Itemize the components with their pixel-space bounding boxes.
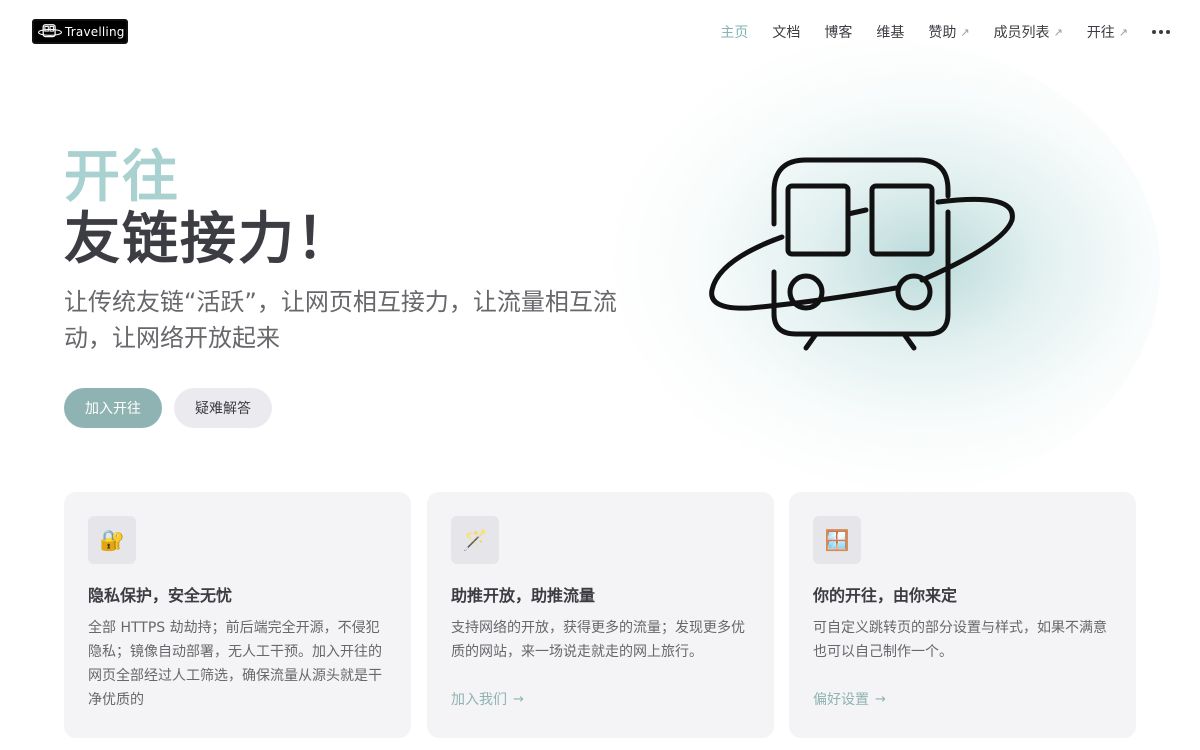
feature-card-privacy: 🔐 隐私保护，安全无忧 全部 HTTPS 劫劫持；前后端完全开源，不侵犯隐私；镜… [64, 492, 411, 738]
hero-text: 友链接力！ [64, 207, 354, 272]
site-title: Travelling [65, 24, 125, 39]
external-link-icon: ↗ [1118, 25, 1128, 39]
nav-item-label: 维基 [876, 25, 905, 41]
site-logo[interactable]: Travelling [32, 19, 128, 44]
nav-item-label: 主页 [720, 25, 749, 41]
nav-item-docs[interactable]: 文档 [772, 22, 800, 42]
arrow-right-icon: → [513, 691, 524, 707]
faq-button[interactable]: 疑难解答 [174, 388, 272, 428]
feature-details: 支持网络的开放，获得更多的流量；发现更多优质的网站，来一场说走就走的网上旅行。 [451, 620, 745, 660]
nav-item-label: 开往 [1086, 25, 1115, 41]
nav-item-blog[interactable]: 博客 [824, 22, 852, 42]
arrow-right-icon: → [875, 691, 886, 707]
nav-item-members[interactable]: 成员列表 ↗ [994, 22, 1063, 42]
nav-menu: 主页 文档 博客 维基 赞助 ↗ 成员列表 ↗ 开往 ↗ [696, 20, 1170, 44]
feature-details: 全部 HTTPS 劫劫持；前后端完全开源，不侵犯隐私；镜像自动部署，无人工干预。… [88, 620, 382, 708]
top-nav: Travelling 主页 文档 博客 维基 赞助 ↗ 成员列表 ↗ 开往 ↗ [0, 0, 1200, 64]
hero-tagline: 让传统友链“活跃”，让网页相互接力，让流量相互流动，让网络开放起来 [64, 288, 617, 352]
nav-item-label: 文档 [772, 25, 801, 41]
external-link-icon: ↗ [1053, 25, 1063, 39]
feature-link-label: 偏好设置 [813, 692, 869, 708]
train-logo-icon [37, 24, 63, 38]
join-us-link[interactable]: 加入我们 → [451, 689, 524, 709]
nav-item-label: 成员列表 [993, 25, 1050, 41]
nav-item-label: 博客 [824, 25, 853, 41]
nav-item-label: 赞助 [928, 25, 957, 41]
feature-details: 可自定义跳转页的部分设置与样式，如果不满意也可以自己制作一个。 [813, 620, 1107, 660]
feature-card-custom: 🪟 你的开往，由你来定 可自定义跳转页的部分设置与样式，如果不满意也可以自己制作… [789, 492, 1136, 738]
external-link-icon: ↗ [960, 25, 970, 39]
magic-wand-icon: 🪄 [451, 516, 499, 564]
lock-key-icon: 🔐 [88, 516, 136, 564]
join-button[interactable]: 加入开往 [64, 388, 162, 428]
feature-title: 你的开往，由你来定 [813, 586, 958, 605]
nav-item-home[interactable]: 主页 [720, 22, 748, 42]
ellipsis-icon[interactable] [1152, 20, 1170, 44]
feature-title: 隐私保护，安全无忧 [88, 586, 233, 605]
feature-link-label: 加入我们 [451, 692, 507, 708]
window-icon: 🪟 [813, 516, 861, 564]
nav-item-sponsor[interactable]: 赞助 ↗ [928, 22, 969, 42]
preferences-link[interactable]: 偏好设置 → [813, 689, 886, 709]
nav-item-travel[interactable]: 开往 ↗ [1087, 22, 1128, 42]
train-logo-icon [709, 157, 1015, 351]
nav-item-wiki[interactable]: 维基 [876, 22, 904, 42]
feature-card-boost: 🪄 助推开放，助推流量 支持网络的开放，获得更多的流量；发现更多优质的网站，来一… [427, 492, 774, 738]
feature-title: 助推开放，助推流量 [451, 586, 596, 605]
